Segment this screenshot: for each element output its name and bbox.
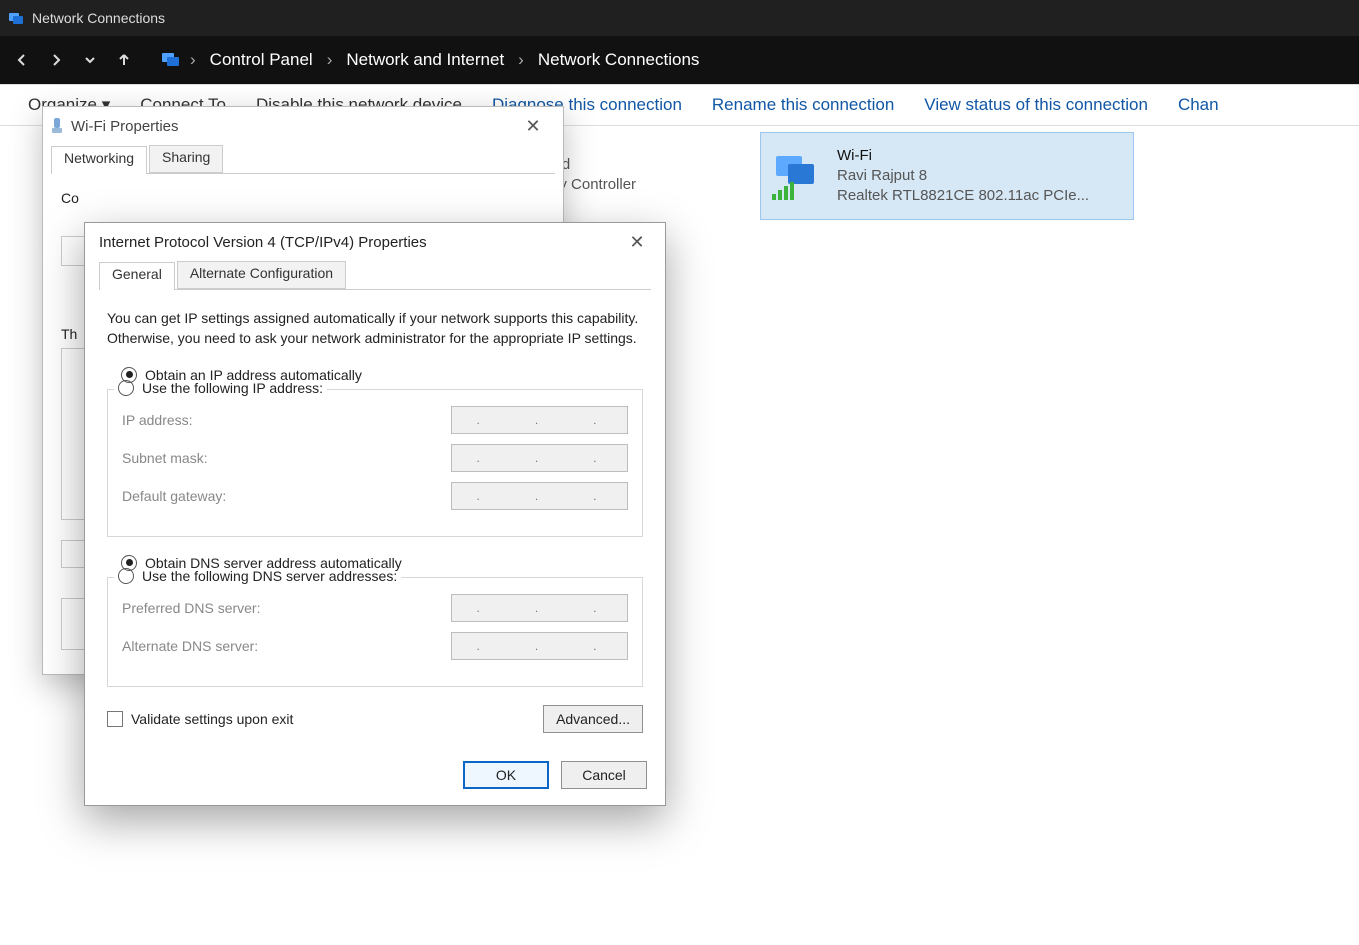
view-status-button[interactable]: View status of this connection <box>924 95 1148 115</box>
radio-label: Use the following DNS server addresses: <box>142 568 397 584</box>
subnet-mask-label: Subnet mask: <box>122 450 208 466</box>
forward-button[interactable] <box>42 46 70 74</box>
adapter-name: Wi-Fi <box>837 146 1089 166</box>
preferred-dns-label: Preferred DNS server: <box>122 600 260 616</box>
ipv4-footer: OK Cancel <box>85 751 665 805</box>
alternate-dns-input[interactable]: ... <box>451 632 628 660</box>
radio-icon <box>118 380 134 396</box>
chevron-right-icon[interactable]: › <box>188 50 198 70</box>
radio-use-following-ip[interactable]: Use the following IP address: <box>114 380 327 396</box>
tab-general[interactable]: General <box>99 262 175 290</box>
ipv4-titlebar[interactable]: Internet Protocol Version 4 (TCP/IPv4) P… <box>85 223 665 261</box>
dns-manual-group: Use the following DNS server addresses: … <box>107 577 643 687</box>
breadcrumb-network-internet[interactable]: Network and Internet <box>340 50 510 70</box>
validate-settings-label: Validate settings upon exit <box>131 711 293 727</box>
wifi-properties-tabs: Networking Sharing <box>51 145 555 174</box>
up-button[interactable] <box>110 46 138 74</box>
ip-manual-group: Use the following IP address: IP address… <box>107 389 643 537</box>
field-default-gateway: Default gateway: ... <box>122 482 628 510</box>
tab-networking[interactable]: Networking <box>51 146 147 174</box>
chevron-right-icon[interactable]: › <box>325 50 335 70</box>
address-bar: › Control Panel › Network and Internet ›… <box>0 36 1359 84</box>
window-title: Network Connections <box>32 10 165 26</box>
recent-locations-button[interactable] <box>76 46 104 74</box>
default-gateway-label: Default gateway: <box>122 488 226 504</box>
field-alternate-dns: Alternate DNS server: ... <box>122 632 628 660</box>
cancel-button[interactable]: Cancel <box>561 761 647 789</box>
breadcrumb-network-connections[interactable]: Network Connections <box>532 50 706 70</box>
change-settings-button[interactable]: Chan <box>1178 95 1219 115</box>
window-titlebar: Network Connections <box>0 0 1359 36</box>
radio-label: Use the following IP address: <box>142 380 323 396</box>
breadcrumb-control-panel[interactable]: Control Panel <box>204 50 319 70</box>
validate-settings-checkbox[interactable]: Validate settings upon exit <box>107 711 293 727</box>
wifi-properties-icon <box>49 117 65 135</box>
breadcrumb-root-icon[interactable] <box>160 51 182 69</box>
close-button[interactable]: ✕ <box>617 232 657 253</box>
ip-address-input[interactable]: ... <box>451 406 628 434</box>
adapter-wifi[interactable]: Wi-Fi Ravi Rajput 8 Realtek RTL8821CE 80… <box>760 132 1134 220</box>
wifi-properties-titlebar[interactable]: Wi-Fi Properties ✕ <box>43 107 563 145</box>
ipv4-tabs: General Alternate Configuration <box>99 261 651 290</box>
field-ip-address: IP address: ... <box>122 406 628 434</box>
chevron-right-icon[interactable]: › <box>516 50 526 70</box>
checkbox-icon <box>107 711 123 727</box>
radio-use-following-dns[interactable]: Use the following DNS server addresses: <box>114 568 401 584</box>
close-button[interactable]: ✕ <box>513 116 553 137</box>
default-gateway-input[interactable]: ... <box>451 482 628 510</box>
field-preferred-dns: Preferred DNS server: ... <box>122 594 628 622</box>
preferred-dns-input[interactable]: ... <box>451 594 628 622</box>
tab-sharing[interactable]: Sharing <box>149 145 223 173</box>
tab-alternate-configuration[interactable]: Alternate Configuration <box>177 261 346 289</box>
advanced-button[interactable]: Advanced... <box>543 705 643 733</box>
ok-button[interactable]: OK <box>463 761 549 789</box>
ipv4-body: You can get IP settings assigned automat… <box>85 290 665 751</box>
wifi-properties-title: Wi-Fi Properties <box>71 118 179 135</box>
ip-address-label: IP address: <box>122 412 193 428</box>
network-connections-icon <box>8 10 24 26</box>
connect-using-label-fragment: Co <box>61 190 545 206</box>
content-pane: ble unplugged e GbE Family Controller Wi… <box>0 126 1359 945</box>
subnet-mask-input[interactable]: ... <box>451 444 628 472</box>
alternate-dns-label: Alternate DNS server: <box>122 638 258 654</box>
ipv4-title: Internet Protocol Version 4 (TCP/IPv4) P… <box>99 234 427 251</box>
adapter-device: Realtek RTL8821CE 802.11ac PCIe... <box>837 186 1089 206</box>
field-subnet-mask: Subnet mask: ... <box>122 444 628 472</box>
radio-icon <box>118 568 134 584</box>
wifi-adapter-icon <box>767 145 829 207</box>
rename-button[interactable]: Rename this connection <box>712 95 894 115</box>
ipv4-properties-dialog[interactable]: Internet Protocol Version 4 (TCP/IPv4) P… <box>84 222 666 806</box>
adapter-ssid: Ravi Rajput 8 <box>837 166 1089 186</box>
back-button[interactable] <box>8 46 36 74</box>
ipv4-hint-text: You can get IP settings assigned automat… <box>107 308 643 349</box>
